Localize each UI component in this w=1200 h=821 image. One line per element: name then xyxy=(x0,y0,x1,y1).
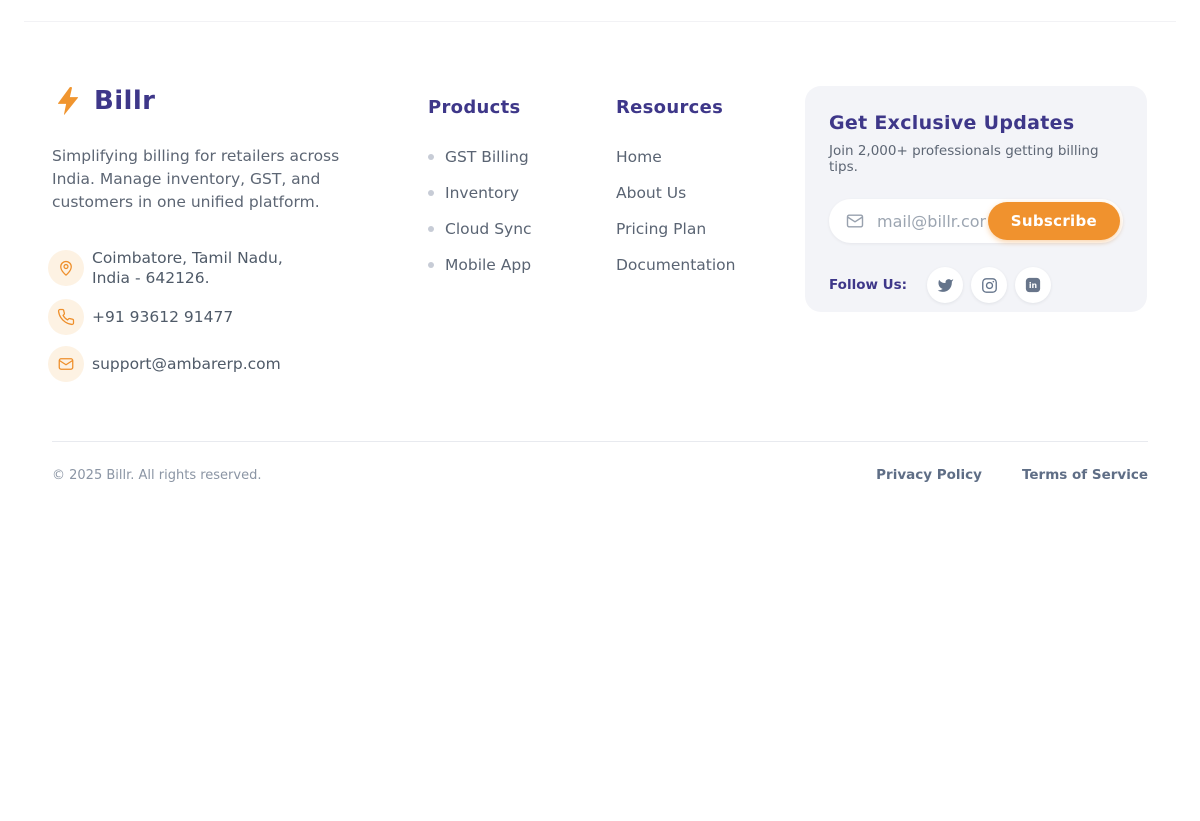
list-item: Mobile App xyxy=(428,255,616,275)
brand-tagline: Simplifying billing for retailers across… xyxy=(52,145,367,214)
lightning-bolt-icon xyxy=(52,85,84,117)
instagram-icon xyxy=(981,277,998,294)
list-item: GST Billing xyxy=(428,147,616,167)
follow-us-label: Follow Us: xyxy=(829,277,907,293)
contact-phone: +91 93612 91477 xyxy=(48,299,404,335)
footer-column-resources: Resources Home About Us Pricing Plan Doc… xyxy=(616,85,805,382)
instagram-button[interactable] xyxy=(971,267,1007,303)
brand-name: Billr xyxy=(94,86,155,116)
column-title-resources: Resources xyxy=(616,97,805,118)
link-documentation[interactable]: Documentation xyxy=(616,256,736,274)
terms-of-service-link[interactable]: Terms of Service xyxy=(1022,467,1148,483)
footer-bottom-bar: © 2025 Billr. All rights reserved. Priva… xyxy=(52,442,1148,483)
linkedin-icon: in xyxy=(1024,276,1042,294)
column-title-products: Products xyxy=(428,97,616,118)
svg-text:in: in xyxy=(1029,281,1037,290)
email-input[interactable] xyxy=(875,211,988,232)
copyright-text: © 2025 Billr. All rights reserved. xyxy=(52,468,261,483)
list-item: Documentation xyxy=(616,255,805,275)
bullet-dot xyxy=(428,154,434,160)
map-pin-icon xyxy=(48,250,84,286)
legal-links: Privacy Policy Terms of Service xyxy=(876,467,1148,483)
link-mobile-app[interactable]: Mobile App xyxy=(445,256,531,274)
contact-list: Coimbatore, Tamil Nadu, India - 642126. … xyxy=(48,248,404,382)
phone-icon xyxy=(48,299,84,335)
brand-column: Billr Simplifying billing for retailers … xyxy=(52,85,404,382)
subscribe-form: Subscribe xyxy=(829,199,1123,243)
link-gst-billing[interactable]: GST Billing xyxy=(445,148,529,166)
subscribe-button[interactable]: Subscribe xyxy=(988,202,1120,240)
contact-phone-text: +91 93612 91477 xyxy=(92,307,233,327)
link-inventory[interactable]: Inventory xyxy=(445,184,519,202)
link-home[interactable]: Home xyxy=(616,148,662,166)
contact-email: support@ambarerp.com xyxy=(48,346,404,382)
list-item: Cloud Sync xyxy=(428,219,616,239)
footer-column-products: Products GST Billing Inventory Cloud Syn… xyxy=(428,85,616,382)
list-item: Inventory xyxy=(428,183,616,203)
contact-address-text: Coimbatore, Tamil Nadu, India - 642126. xyxy=(92,248,283,288)
twitter-icon xyxy=(937,277,954,294)
privacy-policy-link[interactable]: Privacy Policy xyxy=(876,467,982,483)
link-cloud-sync[interactable]: Cloud Sync xyxy=(445,220,532,238)
footer-main: Billr Simplifying billing for retailers … xyxy=(52,22,1148,382)
contact-address: Coimbatore, Tamil Nadu, India - 642126. xyxy=(48,248,404,288)
bullet-dot xyxy=(428,262,434,268)
products-link-list: GST Billing Inventory Cloud Sync Mobile … xyxy=(428,147,616,275)
newsletter-title: Get Exclusive Updates xyxy=(829,112,1123,134)
mail-icon xyxy=(845,211,865,231)
link-about-us[interactable]: About Us xyxy=(616,184,686,202)
linkedin-button[interactable]: in xyxy=(1015,267,1051,303)
link-pricing-plan[interactable]: Pricing Plan xyxy=(616,220,706,238)
list-item: Home xyxy=(616,147,805,167)
contact-email-text: support@ambarerp.com xyxy=(92,354,281,374)
list-item: About Us xyxy=(616,183,805,203)
newsletter-subtitle: Join 2,000+ professionals getting billin… xyxy=(829,143,1123,175)
bullet-dot xyxy=(428,226,434,232)
footer: Billr Simplifying billing for retailers … xyxy=(52,22,1148,483)
list-item: Pricing Plan xyxy=(616,219,805,239)
resources-link-list: Home About Us Pricing Plan Documentation xyxy=(616,147,805,275)
newsletter-card: Get Exclusive Updates Join 2,000+ profes… xyxy=(805,86,1147,312)
brand-logo[interactable]: Billr xyxy=(52,85,404,117)
mail-icon xyxy=(48,346,84,382)
bullet-dot xyxy=(428,190,434,196)
social-row: Follow Us: in xyxy=(829,267,1123,303)
twitter-button[interactable] xyxy=(927,267,963,303)
